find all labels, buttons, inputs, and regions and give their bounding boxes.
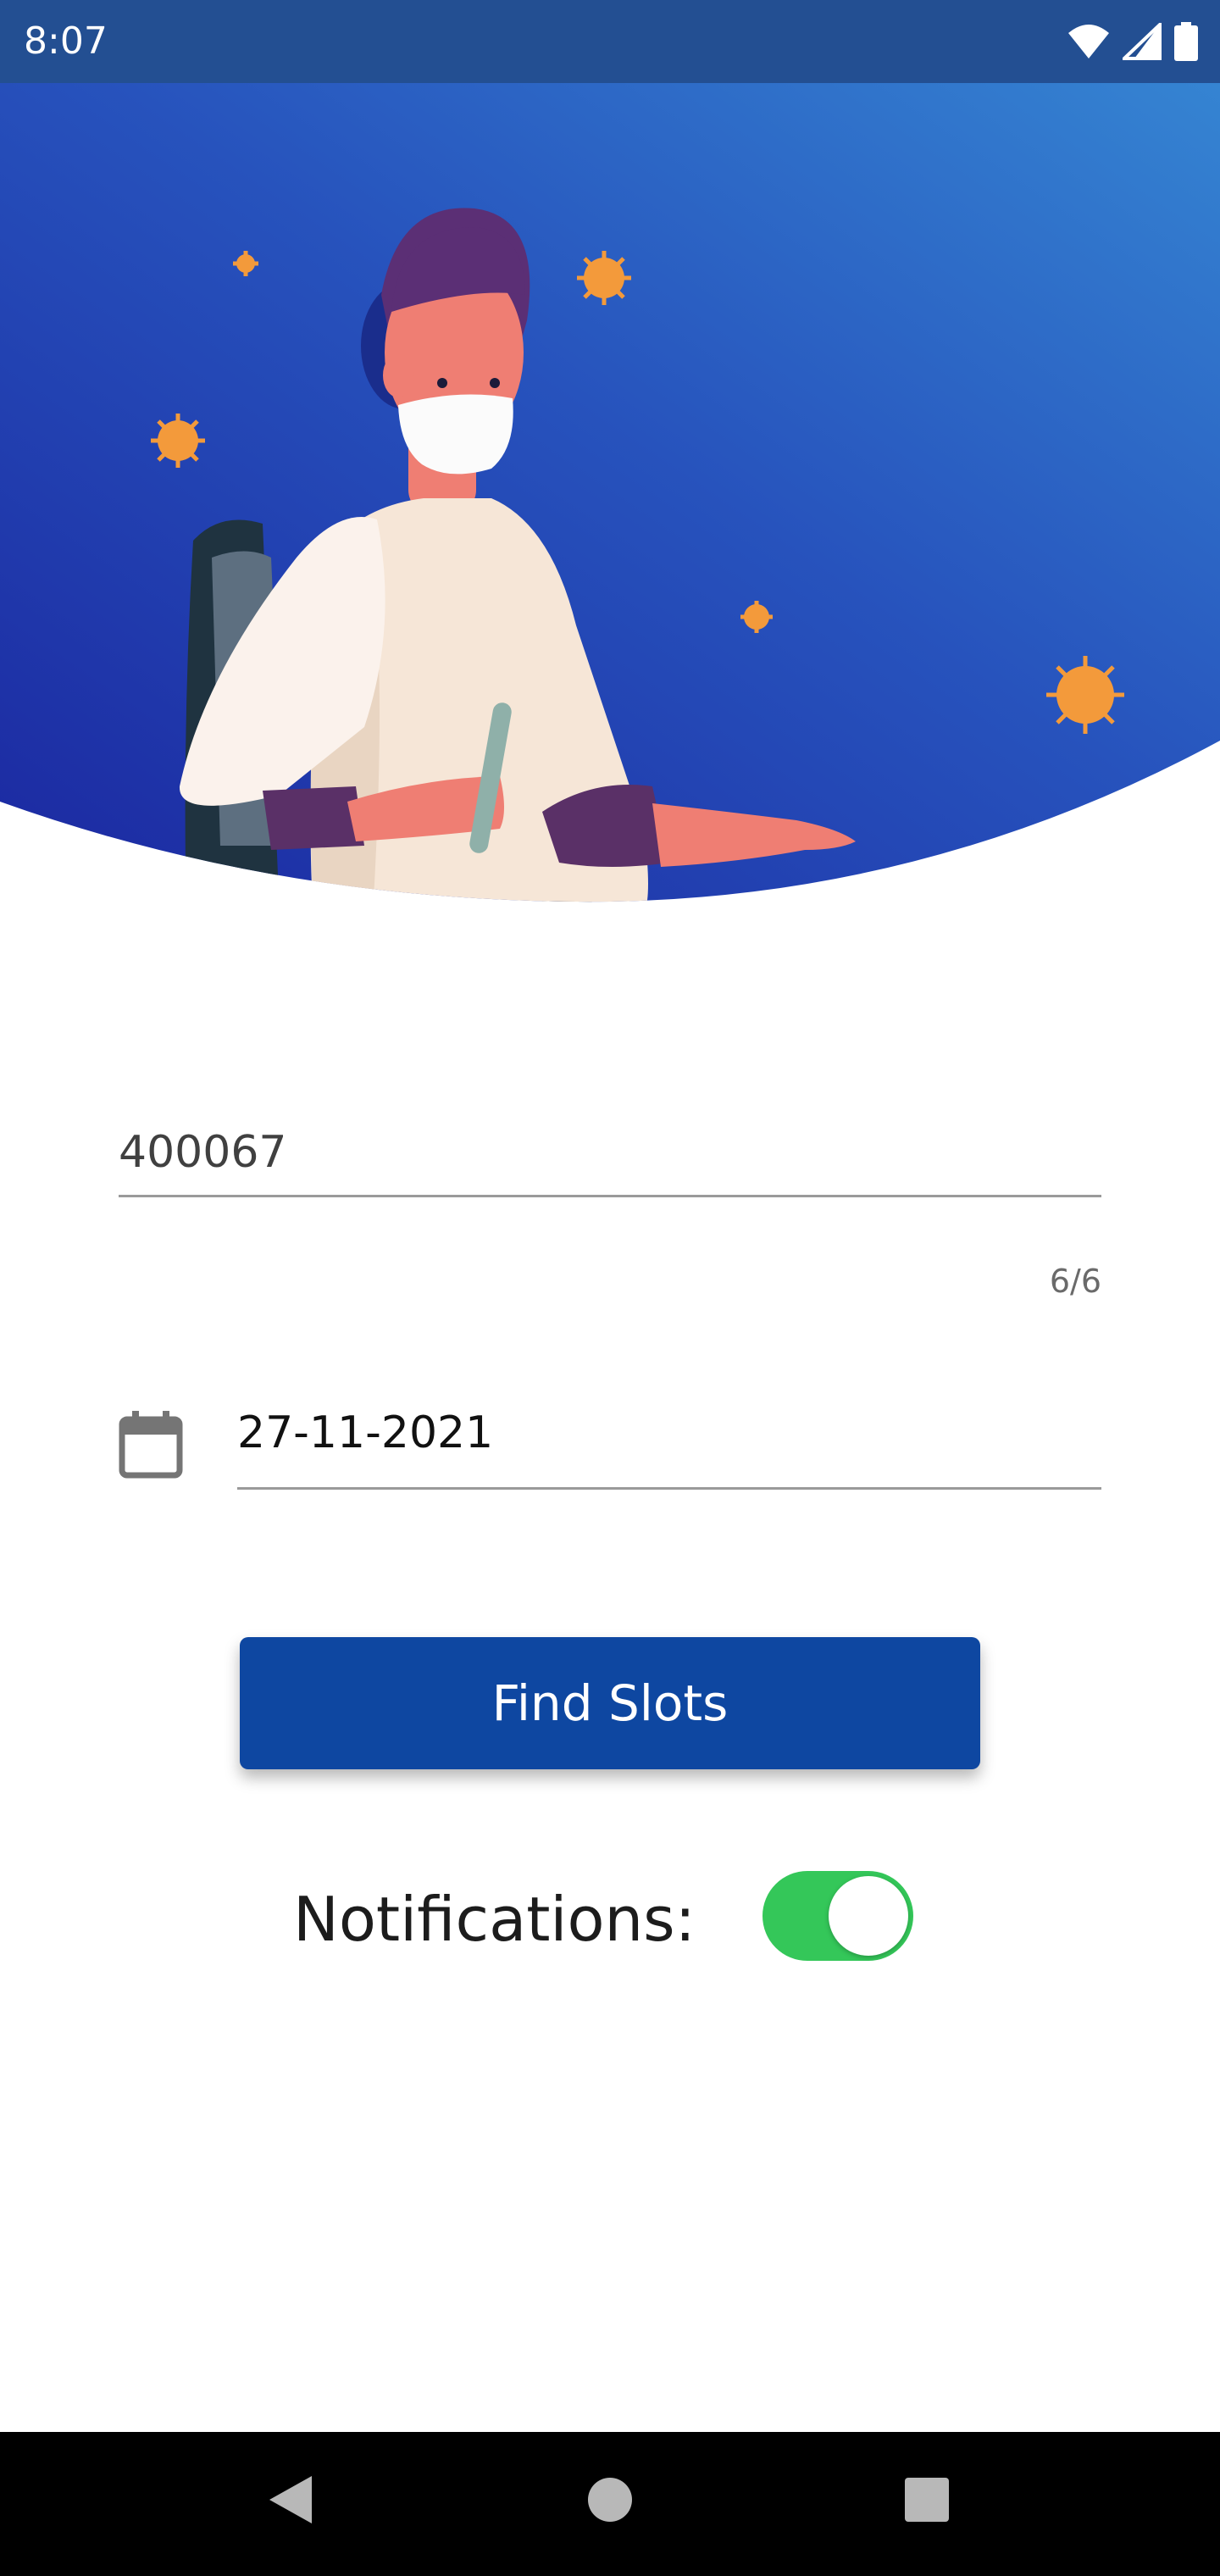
- status-icons: [1059, 22, 1198, 61]
- status-bar: 8:07: [0, 0, 1220, 83]
- home-icon[interactable]: [586, 2474, 634, 2525]
- cell-signal-icon: [1122, 23, 1162, 60]
- status-time: 8:07: [24, 19, 108, 63]
- toggle-knob: [829, 1876, 908, 1956]
- pincode-underline: [119, 1195, 1101, 1197]
- doctor-illustration: [0, 83, 1220, 902]
- date-row[interactable]: 27-11-2021: [119, 1394, 1101, 1521]
- pincode-field[interactable]: 400067: [119, 1119, 1101, 1197]
- battery-icon: [1174, 22, 1198, 61]
- date-field[interactable]: 27-11-2021: [237, 1394, 1101, 1490]
- date-input[interactable]: 27-11-2021: [237, 1394, 1101, 1487]
- recents-icon[interactable]: [903, 2474, 951, 2525]
- character-counter: 6/6: [1049, 1263, 1101, 1300]
- find-slots-button[interactable]: Find Slots: [240, 1637, 980, 1769]
- back-icon[interactable]: [266, 2474, 313, 2525]
- navigation-bar: [0, 2432, 1220, 2576]
- notifications-toggle[interactable]: [762, 1871, 913, 1961]
- calendar-icon[interactable]: [119, 1411, 183, 1479]
- date-underline: [237, 1487, 1101, 1490]
- notifications-label: Notifications:: [293, 1884, 696, 1955]
- hero-banner: [0, 83, 1220, 913]
- wifi-icon: [1068, 25, 1109, 58]
- pincode-input[interactable]: 400067: [119, 1119, 1101, 1195]
